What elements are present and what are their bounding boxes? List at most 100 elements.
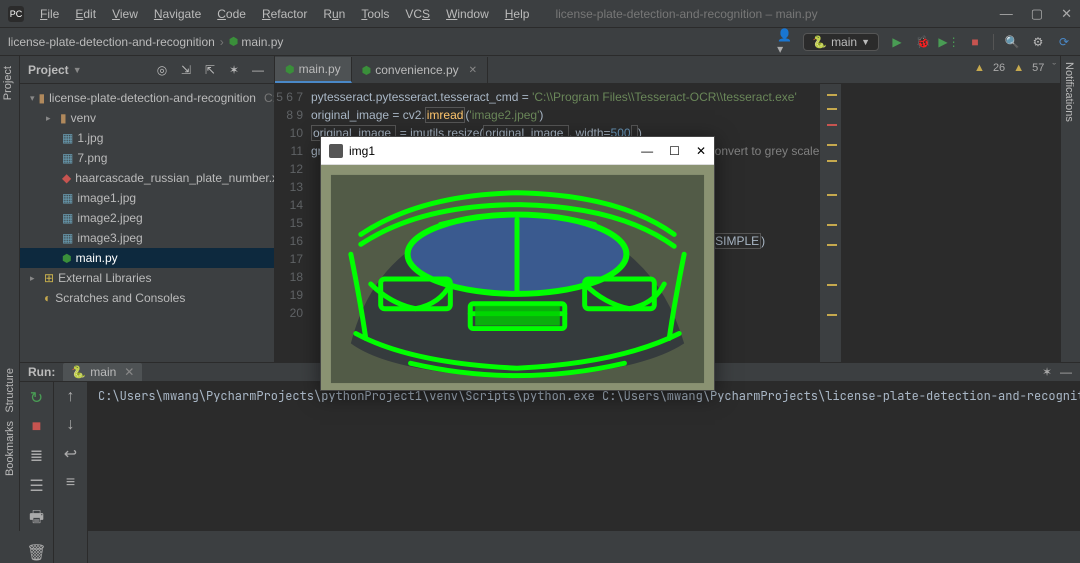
rerun-icon[interactable]: ↻ [30,388,43,408]
tree-file[interactable]: ▦image3.jpeg [20,228,274,248]
chevron-right-icon[interactable]: ▸ [46,113,56,124]
line-numbers: 5 6 7 8 9 10 11 12 13 14 15 16 17 18 19 … [275,84,311,362]
delete-icon[interactable]: 🗑 [26,543,46,563]
menu-help[interactable]: Help [499,5,536,23]
project-tool-window: Project ▼ ◎ ⇲ ⇱ ✶ — ▾ ▮ license-plate-de… [20,56,275,362]
filter-icon[interactable]: ☰ [29,476,43,496]
python-icon: 🐍 [812,35,827,49]
menu-file[interactable]: File [34,5,65,23]
chevron-right-icon[interactable]: ▸ [30,273,40,284]
root-path: C:\Users\m [264,91,274,105]
structure-tab[interactable]: Structure [4,368,16,413]
collapse-icon[interactable]: ⇱ [202,62,218,78]
hide-icon[interactable]: — [250,62,266,78]
target-icon[interactable]: ◎ [154,62,170,78]
run-tab-main[interactable]: 🐍 main ✕ [63,363,142,381]
run-side-controls-2: ↑ ↓ ↩ ≡ [54,382,88,563]
tree-folder-venv[interactable]: ▸ ▮ venv [20,108,274,128]
tree-scratches[interactable]: ◐ Scratches and Consoles [20,288,274,308]
gear-icon[interactable]: ✶ [1042,365,1052,379]
wrap-icon[interactable]: ↩ [64,444,77,464]
separator [993,34,994,50]
navigation-bar: license-plate-detection-and-recognition … [0,28,1080,56]
layout-icon[interactable]: ≣ [30,446,43,466]
title-bar: PC File Edit View Navigate Code Refactor… [0,0,1080,28]
run-config-selector[interactable]: 🐍 main ▼ [803,33,879,51]
ai-assist-icon[interactable]: ⟳ [1056,34,1072,50]
popup-close-icon[interactable]: ✕ [696,144,706,158]
hide-icon[interactable]: — [1060,365,1072,379]
image-icon: ▦ [62,131,73,145]
popup-maximize-icon[interactable]: ☐ [669,144,680,158]
chevron-icon[interactable]: ˇ [1052,62,1056,74]
project-tree[interactable]: ▾ ▮ license-plate-detection-and-recognit… [20,84,274,312]
python-file-icon: ⬢ [362,64,372,77]
breadcrumb-root[interactable]: license-plate-detection-and-recognition [8,35,215,49]
project-tool-tab[interactable]: Project [0,60,19,106]
breadcrumb-file[interactable]: main.py [241,35,283,49]
down-icon[interactable]: ↓ [67,416,75,434]
tree-file[interactable]: ▦7.png [20,148,274,168]
tab-label: convenience.py [375,63,458,77]
menu-code[interactable]: Code [211,5,252,23]
settings-icon[interactable]: ✶ [226,62,242,78]
console-output[interactable]: C:\Users\mwang\PycharmProjects\pythonPro… [88,382,1080,563]
menu-refactor[interactable]: Refactor [256,5,313,23]
tab-main[interactable]: ⬢ main.py [275,57,352,83]
up-icon[interactable]: ↑ [67,388,75,406]
search-icon[interactable]: 🔍 [1004,34,1020,50]
tree-file[interactable]: ▦1.jpg [20,128,274,148]
menu-navigate[interactable]: Navigate [148,5,207,23]
minimize-icon[interactable]: — [1000,6,1013,22]
weak-warning-icon: ▲ [1013,62,1024,74]
chevron-down-icon: ▼ [73,65,82,75]
menu-view[interactable]: View [106,5,144,23]
tree-file[interactable]: ◆haarcascade_russian_plate_number.xml [20,168,274,188]
image-icon: ▦ [62,211,73,225]
close-icon[interactable]: ✕ [1061,6,1072,22]
stop-icon[interactable]: ■ [32,418,42,436]
project-tw-title[interactable]: Project ▼ [28,63,82,77]
run-button[interactable]: ▶ [889,34,905,50]
popup-title-bar[interactable]: img1 — ☐ ✕ [321,137,714,165]
tree-root[interactable]: ▾ ▮ license-plate-detection-and-recognit… [20,88,274,108]
maximize-icon[interactable]: ▢ [1031,6,1043,22]
inspection-widget[interactable]: ▲26 ▲57 ˇ [974,62,1056,74]
scroll-icon[interactable]: ≡ [66,474,75,492]
image-window[interactable]: img1 — ☐ ✕ [320,136,715,391]
tree-label: External Libraries [58,271,151,285]
menu-tools[interactable]: Tools [355,5,395,23]
menu-vcs[interactable]: VCS [399,5,436,23]
menu-window[interactable]: Window [440,5,495,23]
bookmarks-tab[interactable]: Bookmarks [4,421,16,476]
menu-edit[interactable]: Edit [69,5,102,23]
tree-file[interactable]: ▦image1.jpg [20,188,274,208]
error-stripe[interactable] [819,84,841,362]
chevron-right-icon: › [220,35,224,49]
image-icon: ▦ [62,191,73,205]
popup-minimize-icon[interactable]: — [641,144,653,158]
main-menu: File Edit View Navigate Code Refactor Ru… [34,5,535,23]
warning-count: 26 [993,62,1005,74]
close-tab-icon[interactable]: ✕ [469,65,477,76]
expand-icon[interactable]: ⇲ [178,62,194,78]
folder-icon: ▮ [39,91,46,105]
notifications-tab[interactable]: Notifications [1061,56,1077,128]
debug-button[interactable]: 🐞 [915,34,931,50]
tree-file[interactable]: ▦ image2.jpeg [20,208,274,228]
print-icon[interactable]: 🖶 [29,506,44,533]
right-stripe: Notifications [1060,56,1080,362]
menu-run[interactable]: Run [317,5,351,23]
tree-label: image2.jpeg [77,211,142,225]
gear-icon[interactable]: ⚙ [1030,34,1046,50]
chevron-down-icon[interactable]: ▾ [30,93,35,104]
stop-button[interactable]: ■ [967,34,983,50]
close-tab-icon[interactable]: ✕ [124,365,134,379]
app-logo: PC [8,6,24,22]
more-run-icon[interactable]: ▶⋮ [941,34,957,50]
tab-convenience[interactable]: ⬢ convenience.py ✕ [352,57,488,83]
tree-external[interactable]: ▸ ⊞ External Libraries [20,268,274,288]
tree-file-main[interactable]: ⬢main.py [20,248,274,268]
root-name: license-plate-detection-and-recognition [49,91,256,105]
user-icon[interactable]: 👤▾ [777,34,793,50]
